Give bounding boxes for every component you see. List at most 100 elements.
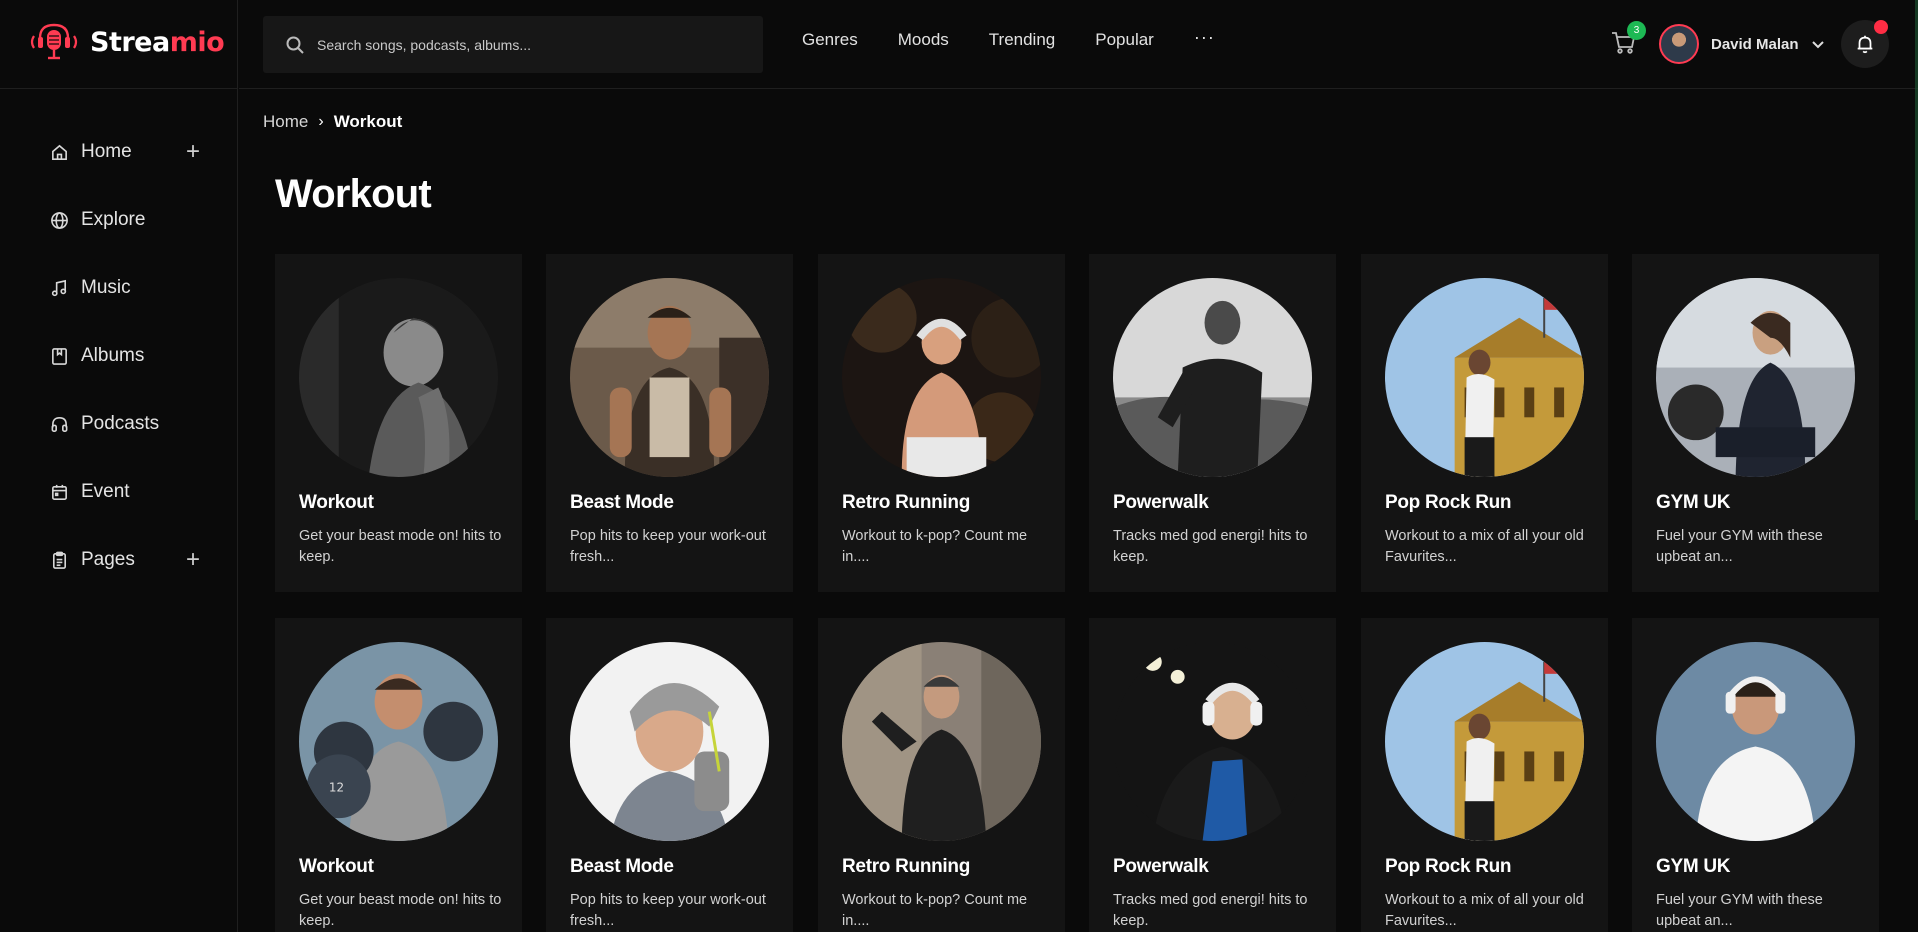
brand-name-part2: mio <box>169 26 225 58</box>
search-bar[interactable] <box>263 16 763 73</box>
user-name: David Malan <box>1711 35 1799 53</box>
bell-icon <box>1857 35 1873 54</box>
card-title: GYM UK <box>1656 492 1731 513</box>
cover-image[interactable] <box>570 278 769 477</box>
card-title: Pop Rock Run <box>1385 856 1512 877</box>
sidebar-item-albums[interactable]: Albums <box>50 322 200 390</box>
card-title: Beast Mode <box>570 492 674 513</box>
globe-icon <box>51 211 68 229</box>
music-note-icon <box>51 279 67 296</box>
card-description: Workout to a mix of all your old Favurit… <box>1385 528 1584 565</box>
cart-button[interactable]: 3 <box>1609 21 1646 58</box>
playlist-card[interactable]: Powerwalk Tracks med god energi! hits to… <box>1089 254 1336 592</box>
sidebar-item-label: Music <box>81 277 131 298</box>
cover-image[interactable] <box>842 642 1041 841</box>
card-description: Pop hits to keep your work-out fresh... <box>570 892 766 929</box>
sidebar-item-podcasts[interactable]: Podcasts <box>50 390 200 458</box>
playlist-card[interactable]: 12 Workout Get your beast mode on! hits … <box>275 618 522 932</box>
microphone-logo-icon <box>28 22 80 62</box>
card-description: Get your beast mode on! hits to keep. <box>299 892 502 929</box>
sidebar-item-home[interactable]: Home + <box>50 118 200 186</box>
cover-image[interactable] <box>1656 642 1855 841</box>
avatar[interactable] <box>1659 24 1699 64</box>
card-title: Retro Running <box>842 856 971 877</box>
chevron-down-icon[interactable] <box>1811 37 1825 51</box>
playlist-card[interactable]: Powerwalk Tracks med god energi! hits to… <box>1089 618 1336 932</box>
sidebar-item-event[interactable]: Event <box>50 458 200 526</box>
card-description: Tracks med god energi! hits to keep. <box>1113 892 1308 929</box>
card-description: Fuel your GYM with these upbeat an... <box>1656 528 1823 565</box>
cover-image[interactable] <box>299 278 498 477</box>
notification-dot <box>1874 20 1888 34</box>
nav-genres[interactable]: Genres <box>802 30 858 50</box>
cover-image[interactable] <box>1385 278 1584 477</box>
brand[interactable]: Streamio <box>28 22 225 62</box>
svg-text:12: 12 <box>329 780 344 794</box>
brand-name: Streamio <box>90 26 225 58</box>
sidebar-item-music[interactable]: Music <box>50 254 200 322</box>
card-title: Retro Running <box>842 492 971 513</box>
user-menu[interactable]: David Malan <box>1659 24 1825 64</box>
home-icon <box>52 144 67 160</box>
brand-name-part1: Strea <box>90 26 170 58</box>
cover-image[interactable] <box>570 642 769 841</box>
cover-image[interactable] <box>842 278 1041 477</box>
chevron-right-icon: › <box>318 113 324 130</box>
sidebar-item-explore[interactable]: Explore <box>50 186 200 254</box>
breadcrumb-current: Workout <box>333 112 403 131</box>
sidebar-item-label: Event <box>81 481 130 502</box>
playlist-card[interactable]: Beast Mode Pop hits to keep your work-ou… <box>546 618 793 932</box>
album-icon <box>52 347 67 365</box>
playlist-card[interactable]: Beast Mode Pop hits to keep your work-ou… <box>546 254 793 592</box>
playlist-card[interactable]: Retro Running Workout to k-pop? Count me… <box>818 618 1065 932</box>
top-header: Genres Moods Trending Popular ··· 3 Davi… <box>239 0 1918 89</box>
card-title: Workout <box>299 492 374 513</box>
playlist-card[interactable]: Pop Rock Run Workout to a mix of all you… <box>1361 254 1608 592</box>
search-icon[interactable] <box>285 35 305 55</box>
sidebar-item-label: Explore <box>81 209 146 230</box>
card-title: Pop Rock Run <box>1385 492 1512 513</box>
nav-moods[interactable]: Moods <box>898 30 949 50</box>
playlist-card[interactable]: Pop Rock Run Workout to a mix of all you… <box>1361 618 1608 932</box>
nav-popular[interactable]: Popular <box>1095 30 1154 50</box>
card-description: Workout to k-pop? Count me in.... <box>842 528 1028 565</box>
cover-image[interactable] <box>1113 278 1312 477</box>
card-description: Pop hits to keep your work-out fresh... <box>570 528 766 565</box>
plus-icon[interactable]: + <box>186 548 200 572</box>
search-input[interactable] <box>317 36 737 53</box>
breadcrumb-home[interactable]: Home <box>263 112 308 132</box>
card-description: Get your beast mode on! hits to keep. <box>299 528 502 565</box>
page-title: Workout <box>275 172 432 216</box>
headphones-icon <box>51 416 68 432</box>
more-icon[interactable]: ··· <box>1194 28 1215 50</box>
card-title: Workout <box>299 856 374 877</box>
card-description: Tracks med god energi! hits to keep. <box>1113 528 1308 565</box>
sidebar-item-label: Albums <box>81 345 145 366</box>
card-description: Fuel your GYM with these upbeat an... <box>1656 892 1823 929</box>
card-description: Workout to a mix of all your old Favurit… <box>1385 892 1584 929</box>
divider <box>0 88 238 89</box>
breadcrumb: Home › Workout <box>263 112 402 132</box>
sidebar-item-pages[interactable]: Pages + <box>50 526 200 594</box>
clipboard-icon <box>52 551 67 569</box>
cover-image[interactable]: 12 <box>299 642 498 841</box>
sidebar: Streamio Home + Explore Music Albums Pod… <box>0 0 238 932</box>
card-description: Workout to k-pop? Count me in.... <box>842 892 1028 929</box>
sidebar-nav: Home + Explore Music Albums Podcasts Eve… <box>50 118 200 594</box>
sidebar-item-label: Pages <box>81 549 135 570</box>
cover-image[interactable] <box>1656 278 1855 477</box>
card-title: Beast Mode <box>570 856 674 877</box>
playlist-card[interactable]: Workout Get your beast mode on! hits to … <box>275 254 522 592</box>
notifications-button[interactable] <box>1841 20 1889 68</box>
playlist-card[interactable]: Retro Running Workout to k-pop? Count me… <box>818 254 1065 592</box>
cover-image[interactable] <box>1113 642 1312 841</box>
plus-icon[interactable]: + <box>186 140 200 164</box>
card-title: GYM UK <box>1656 856 1731 877</box>
cart-count-badge: 3 <box>1627 21 1646 40</box>
top-nav: Genres Moods Trending Popular ··· <box>802 28 1215 50</box>
calendar-icon <box>52 484 67 500</box>
playlist-card[interactable]: GYM UK Fuel your GYM with these upbeat a… <box>1632 618 1879 932</box>
cover-image[interactable] <box>1385 642 1584 841</box>
playlist-card[interactable]: GYM UK Fuel your GYM with these upbeat a… <box>1632 254 1879 592</box>
nav-trending[interactable]: Trending <box>989 30 1055 50</box>
